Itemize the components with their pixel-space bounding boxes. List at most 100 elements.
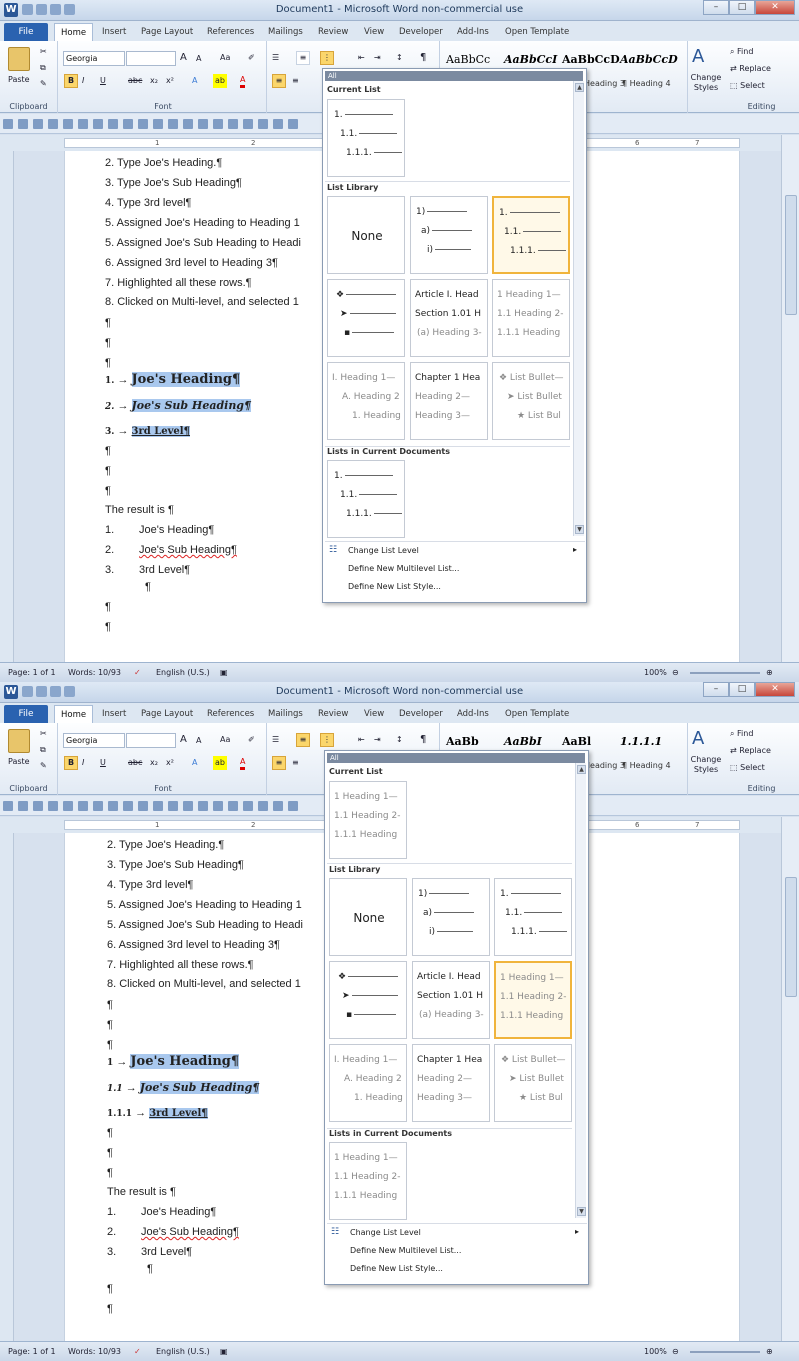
tab-file[interactable]: File	[4, 705, 48, 723]
superscript-button[interactable]: x²	[166, 74, 174, 88]
select-button[interactable]: ⬚ Select	[730, 761, 765, 775]
increase-indent-icon[interactable]: ⇥	[374, 51, 381, 65]
decrease-indent-icon[interactable]: ⇤	[358, 51, 365, 65]
zoom-out-icon[interactable]: ⊖	[672, 668, 679, 677]
copy-icon[interactable]: ⧉	[40, 61, 46, 75]
align-left-icon[interactable]: ≡	[272, 756, 286, 770]
toolbar-icon[interactable]	[153, 801, 163, 811]
change-styles-button[interactable]: Change Styles	[686, 755, 726, 774]
zoom-level[interactable]: 100%	[644, 668, 667, 677]
tab-references[interactable]: References	[207, 27, 254, 37]
underline-button[interactable]: U	[100, 756, 106, 770]
tab-insert[interactable]: Insert	[102, 27, 126, 37]
bold-button[interactable]: B	[64, 74, 78, 88]
toolbar-icon[interactable]	[138, 801, 148, 811]
show-formatting-button[interactable]: ¶	[420, 51, 426, 65]
list-tile-chapter[interactable]: Chapter 1 Hea Heading 2— Heading 3—	[412, 1044, 490, 1122]
italic-button[interactable]: I	[82, 756, 84, 770]
clear-format-icon[interactable]: ✐	[248, 733, 255, 747]
minimize-button[interactable]: –	[703, 682, 729, 697]
zoom-level[interactable]: 100%	[644, 1347, 667, 1356]
proofing-icon[interactable]: ✓	[134, 1347, 141, 1356]
style-preview-1[interactable]: AaBbCc	[446, 53, 490, 66]
decrease-indent-icon[interactable]: ⇤	[358, 733, 365, 747]
format-painter-icon[interactable]: ✎	[40, 759, 47, 773]
style-preview-1[interactable]: AaBb	[446, 735, 479, 748]
toolbar-icon[interactable]	[108, 119, 118, 129]
zoom-in-icon[interactable]: ⊕	[766, 668, 773, 677]
tab-page-layout[interactable]: Page Layout	[141, 709, 193, 719]
toolbar-icon[interactable]	[243, 801, 253, 811]
sort-icon[interactable]: ↕	[396, 733, 403, 747]
document-list-tile[interactable]: 1 Heading 1— 1.1 Heading 2- 1.1.1 Headin…	[329, 1142, 407, 1220]
current-list-tile[interactable]: 1 Heading 1— 1.1 Heading 2- 1.1.1 Headin…	[329, 781, 407, 859]
bullets-icon[interactable]: ☰	[272, 51, 279, 65]
word-count[interactable]: Words: 10/93	[68, 668, 121, 677]
toolbar-icon[interactable]	[78, 801, 88, 811]
dropdown-scrollbar[interactable]: ▲ ▼	[573, 81, 584, 536]
tab-references[interactable]: References	[207, 709, 254, 719]
shrink-font-button[interactable]: A	[196, 52, 201, 66]
toolbar-icon[interactable]	[168, 119, 178, 129]
define-multilevel-item[interactable]: Define New Multilevel List...	[348, 564, 459, 573]
font-color-icon[interactable]: A	[240, 74, 246, 88]
change-styles-button[interactable]: Change Styles	[686, 73, 726, 92]
grow-font-button[interactable]: A	[180, 733, 187, 747]
toolbar-icon[interactable]	[63, 119, 73, 129]
toolbar-icon[interactable]	[258, 119, 268, 129]
scroll-down-icon[interactable]: ▼	[575, 525, 584, 534]
tab-page-layout[interactable]: Page Layout	[141, 27, 193, 37]
style-preview-2[interactable]: AaBbCcI	[504, 53, 557, 66]
multilevel-list-icon[interactable]: ⋮	[320, 733, 334, 747]
select-button[interactable]: ⬚ Select	[730, 79, 765, 93]
zoom-slider[interactable]	[690, 672, 760, 674]
tab-review[interactable]: Review	[318, 709, 348, 719]
document-list-tile[interactable]: 1. 1.1. 1.1.1.	[327, 460, 405, 538]
tab-add-ins[interactable]: Add-Ins	[457, 27, 489, 37]
change-list-level-item[interactable]: Change List Level	[350, 1228, 421, 1237]
list-tile-bullets[interactable]: ❖ ➤ ▪	[329, 961, 407, 1039]
subscript-button[interactable]: x₂	[150, 74, 158, 88]
toolbar-icon[interactable]	[33, 801, 43, 811]
increase-indent-icon[interactable]: ⇥	[374, 733, 381, 747]
style-preview-4[interactable]: 1.1.1.1	[620, 735, 662, 748]
toolbar-icon[interactable]	[273, 801, 283, 811]
tab-view[interactable]: View	[364, 27, 384, 37]
close-button[interactable]: ✕	[755, 0, 795, 15]
style-preview-3[interactable]: AaBbCcD	[562, 53, 620, 66]
toolbar-icon[interactable]	[123, 801, 133, 811]
current-list-tile[interactable]: 1. 1.1. 1.1.1.	[327, 99, 405, 177]
change-case-button[interactable]: Aa	[220, 733, 230, 747]
cut-icon[interactable]: ✂	[40, 45, 47, 59]
text-effects-icon[interactable]: A	[192, 756, 197, 770]
sort-icon[interactable]: ↕	[396, 51, 403, 65]
define-list-style-item[interactable]: Define New List Style...	[348, 582, 441, 591]
toolbar-icon[interactable]	[18, 119, 28, 129]
bullets-icon[interactable]: ☰	[272, 733, 279, 747]
tab-review[interactable]: Review	[318, 27, 348, 37]
list-tile-list-bullet[interactable]: ❖ List Bullet— ➤ List Bullet ★ List Bul	[494, 1044, 572, 1122]
toolbar-icon[interactable]	[93, 801, 103, 811]
filter-all-dropdown[interactable]: All	[325, 71, 583, 81]
toolbar-icon[interactable]	[243, 119, 253, 129]
list-tile-article[interactable]: Article I. Head Section 1.01 H (a) Headi…	[410, 279, 488, 357]
tab-open-template[interactable]: Open Template	[505, 709, 569, 719]
paste-icon[interactable]	[8, 47, 30, 71]
list-tile-paren[interactable]: 1) a) i)	[412, 878, 490, 956]
toolbar-icon[interactable]	[183, 801, 193, 811]
toolbar-icon[interactable]	[183, 119, 193, 129]
text-effects-icon[interactable]: A	[192, 74, 197, 88]
toolbar-icon[interactable]	[213, 801, 223, 811]
numbering-icon[interactable]: ≡	[296, 51, 310, 65]
toolbar-icon[interactable]	[198, 801, 208, 811]
font-color-icon[interactable]: A	[240, 756, 246, 770]
toolbar-icon[interactable]	[78, 119, 88, 129]
zoom-slider[interactable]	[690, 1351, 760, 1353]
tab-mailings[interactable]: Mailings	[268, 709, 303, 719]
underline-button[interactable]: U	[100, 74, 106, 88]
style-preview-4[interactable]: AaBbCcD	[620, 53, 678, 66]
scroll-thumb[interactable]	[785, 877, 797, 997]
page-count[interactable]: Page: 1 of 1	[8, 668, 56, 677]
list-tile-roman[interactable]: I. Heading 1— A. Heading 2 1. Heading	[329, 1044, 407, 1122]
define-list-style-item[interactable]: Define New List Style...	[350, 1264, 443, 1273]
